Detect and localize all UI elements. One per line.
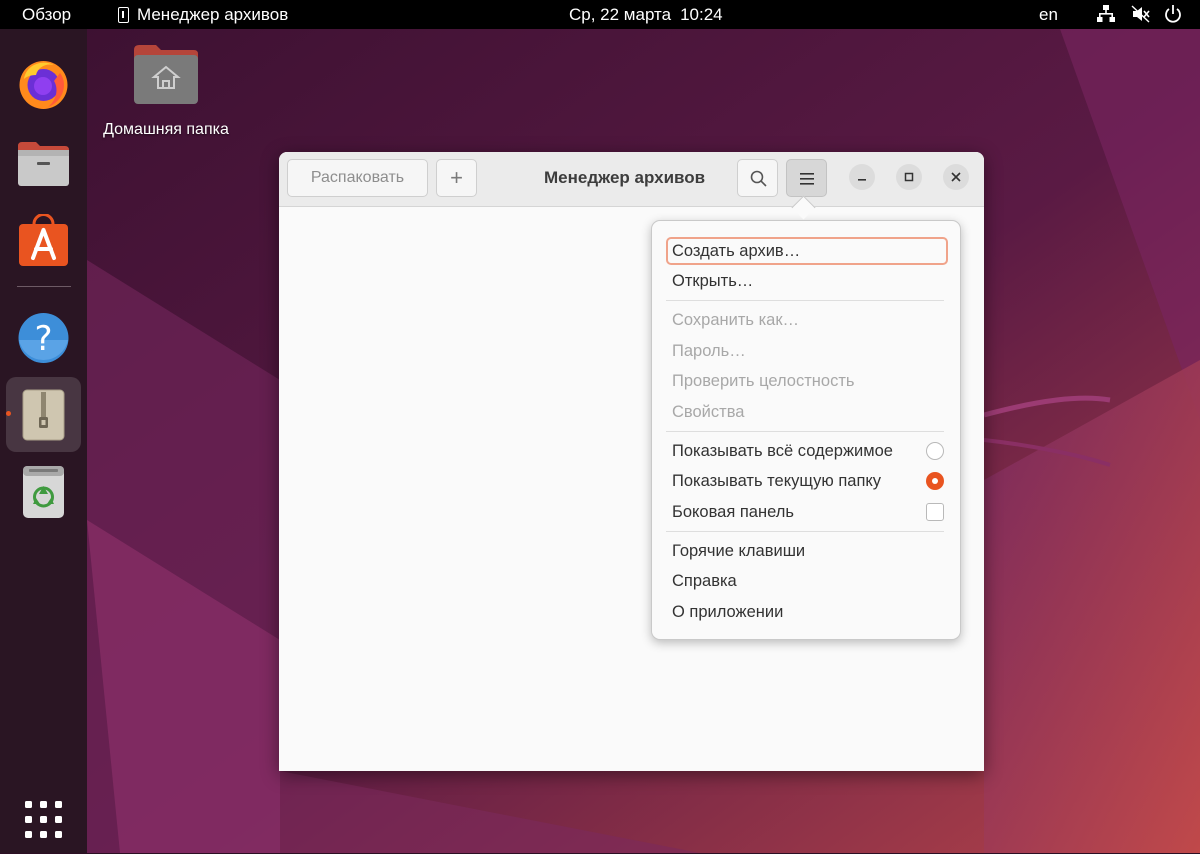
minimize-icon — [858, 179, 866, 181]
software-icon[interactable] — [6, 204, 81, 279]
svg-text:?: ? — [34, 319, 52, 359]
network-icon[interactable] — [1097, 4, 1115, 24]
app-menu-icon — [118, 7, 129, 23]
desktop-home-folder[interactable]: Домашняя папка — [96, 42, 236, 139]
menu-item-about[interactable]: О приложении — [666, 598, 948, 626]
window-title: Менеджер архивов — [544, 168, 706, 187]
clock-time: 10:24 — [680, 5, 723, 24]
maximize-button[interactable] — [896, 164, 922, 190]
main-menu-popover: Создать архив… Открыть… Сохранить как… П… — [651, 220, 961, 640]
menu-separator — [666, 300, 944, 301]
sidebar-checkbox[interactable] — [926, 503, 944, 521]
menu-item-show-folder[interactable]: Показывать текущую папку — [666, 467, 948, 495]
help-icon[interactable]: ? — [6, 300, 81, 375]
clock-date: Ср, 22 марта — [569, 5, 672, 24]
trash-icon[interactable] — [6, 454, 81, 529]
menu-item-open[interactable]: Открыть… — [666, 267, 948, 295]
menu-item-properties: Свойства — [672, 403, 745, 421]
dock: ? — [0, 29, 87, 853]
menu-item-show-all[interactable]: Показывать всё содержимое — [666, 437, 948, 465]
close-icon — [951, 172, 961, 182]
add-files-button[interactable]: + — [436, 159, 477, 197]
search-button[interactable] — [737, 159, 778, 197]
clock[interactable]: Ср, 22 марта 10:24 — [569, 0, 732, 29]
maximize-icon — [904, 172, 914, 182]
input-language-indicator[interactable]: en — [1039, 0, 1058, 29]
top-bar: Обзор Менеджер архивов Ср, 22 марта 10:24… — [0, 0, 1200, 29]
activities-button[interactable]: Обзор — [22, 0, 71, 29]
menu-item-save-as: Сохранить как… — [672, 311, 800, 329]
archive-manager-icon[interactable] — [6, 377, 81, 452]
menu-item-shortcuts[interactable]: Горячие клавиши — [666, 537, 948, 565]
menu-item-show-all-label: Показывать всё содержимое — [672, 442, 893, 460]
header-bar: Распаковать + Менеджер архивов — [279, 152, 984, 207]
show-folder-radio[interactable] — [926, 472, 944, 490]
menu-item-sidebar[interactable]: Боковая панель — [666, 498, 948, 526]
show-all-radio[interactable] — [926, 442, 944, 460]
app-menu-label: Менеджер архивов — [137, 5, 289, 24]
menu-item-help[interactable]: Справка — [666, 567, 948, 595]
menu-item-create-archive[interactable]: Создать архив… — [666, 237, 948, 265]
hamburger-icon — [800, 173, 814, 185]
dock-separator — [17, 286, 71, 287]
running-indicator — [6, 411, 11, 416]
app-menu[interactable]: Менеджер архивов — [118, 0, 288, 29]
menu-item-test-integrity: Проверить целостность — [672, 372, 855, 390]
menu-item-password: Пароль… — [672, 342, 746, 360]
power-icon[interactable] — [1163, 4, 1183, 24]
apps-grid-icon[interactable] — [6, 779, 81, 854]
close-button[interactable] — [943, 164, 969, 190]
desktop-home-folder-label: Домашняя папка — [103, 121, 229, 138]
main-menu-button[interactable] — [786, 159, 827, 197]
firefox-icon[interactable] — [6, 47, 81, 122]
files-icon[interactable] — [6, 126, 81, 201]
menu-separator — [666, 531, 944, 532]
home-folder-icon — [134, 45, 198, 104]
menu-separator — [666, 431, 944, 432]
menu-item-show-folder-label: Показывать текущую папку — [672, 472, 882, 490]
volume-muted-icon[interactable] — [1131, 4, 1151, 24]
search-icon — [750, 170, 767, 187]
minimize-button[interactable] — [849, 164, 875, 190]
menu-item-sidebar-label: Боковая панель — [672, 503, 794, 521]
extract-button[interactable]: Распаковать — [287, 159, 428, 197]
